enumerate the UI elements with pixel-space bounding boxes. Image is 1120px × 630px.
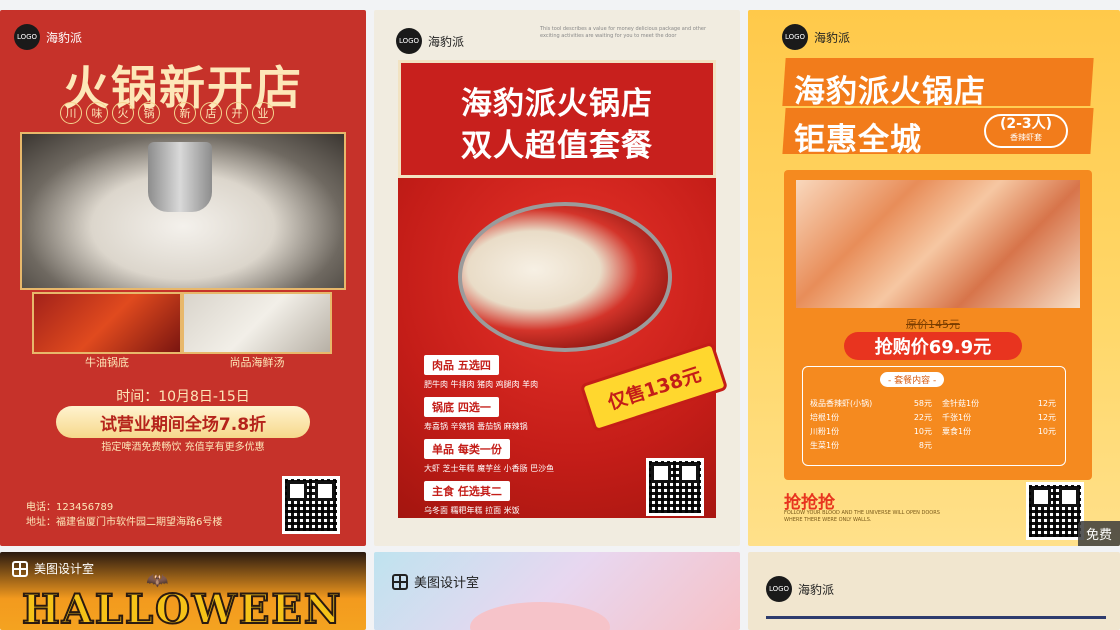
logo-badge: LOGO: [782, 24, 808, 50]
tag-row: 川 味 火 锅 新 店 开 业: [60, 102, 274, 124]
qr-code-icon: [1026, 482, 1084, 540]
serving-pill: (2-3人) 香辣虾套: [984, 114, 1068, 148]
spicy-broth-label: 牛油锅底: [85, 356, 129, 369]
template-card-retro[interactable]: LOGO 海豹派: [748, 552, 1120, 630]
tag-char: 味: [86, 102, 108, 124]
brand-logo: LOGO 海豹派: [766, 576, 834, 602]
brand-name: 美图设计室: [414, 576, 480, 591]
package-item: 生菜1份: [810, 441, 840, 450]
brand-logo: 美图设计室: [12, 560, 94, 577]
template-card-couple-set[interactable]: LOGO 海豹派 This tool describes a value for…: [374, 10, 740, 546]
poster-title: 海豹派火锅店: [794, 74, 986, 110]
package-price: 22元: [913, 413, 932, 422]
menu-group: 锅底 四选一 寿喜锅 辛辣锅 番茄锅 麻辣锅: [424, 396, 528, 432]
tag-char: 业: [252, 102, 274, 124]
brand-logo: 美图设计室: [392, 572, 479, 591]
menu-group: 肉品 五选四 肥牛肉 牛排肉 猪肉 鸡腿肉 羊肉: [424, 354, 538, 390]
package-item: 极品香辣虾(小锅): [810, 399, 873, 408]
sale-price: 抢购价69.9元: [844, 332, 1022, 360]
package-item: 金针菇1份: [942, 399, 980, 408]
brand-name: 海豹派: [46, 30, 83, 45]
promo-note: 指定啤酒免费畅饮 充值享有更多优惠: [101, 442, 265, 453]
menu-group: 主食 任选其二 乌冬面 糯粑年糕 拉面 米饭: [424, 480, 520, 516]
package-row: 千张1份 12元: [942, 412, 1056, 423]
poster-title: 海豹派火锅店: [461, 86, 653, 122]
package-row: 金针菇1份 12元: [942, 398, 1056, 409]
package-price: 58元: [913, 399, 932, 408]
original-price: 原价145元: [906, 318, 960, 331]
menu-group-head: 主食 任选其二: [424, 481, 510, 501]
meitu-logo-icon: [12, 560, 28, 577]
tag-char: 锅: [138, 102, 160, 124]
package-item: 川粉1份: [810, 427, 840, 436]
package-price: 12元: [1037, 413, 1056, 422]
divider-bar: [766, 616, 1106, 630]
poster-subtitle: 钜惠全城: [794, 122, 922, 158]
brand-name: 海豹派: [798, 582, 835, 597]
package-title: - 套餐内容 -: [880, 372, 945, 387]
hotpot-photo: [20, 132, 346, 290]
menu-group-items: 乌冬面 糯粑年糕 拉面 米饭: [424, 506, 520, 515]
template-card-hotpot-opening[interactable]: LOGO 海豹派 火锅新 开店 川 味 火 锅 新 店 开 业 牛油锅底 尚品海鲜…: [0, 10, 366, 546]
logo-badge: LOGO: [396, 28, 422, 54]
logo-badge: LOGO: [766, 576, 792, 602]
discount-banner: 试营业期间全场7.8折: [56, 406, 310, 438]
template-card-crayfish-deal[interactable]: LOGO 海豹派 海豹派火锅店 钜惠全城 (2-3人) 香辣虾套 原价145元 …: [748, 10, 1120, 546]
english-tagline: This tool describes a value for money de…: [540, 26, 707, 39]
poster-subtitle: 双人超值套餐: [461, 128, 653, 164]
template-card-halloween[interactable]: 美图设计室 🦇 HALLOWEEN: [0, 552, 366, 630]
brand-logo: LOGO 海豹派: [14, 24, 82, 50]
menu-group-head: 单品 每类一份: [424, 439, 510, 459]
english-footer: FOLLOW YOUR BLOOD AND THE UNIVERSE WILL …: [784, 510, 940, 523]
menu-group-items: 肥牛肉 牛排肉 猪肉 鸡腿肉 羊肉: [424, 380, 539, 389]
event-time: 时间：10月8日-15日: [116, 389, 250, 405]
qr-code-icon: [646, 458, 704, 516]
brand-logo: LOGO 海豹派: [396, 28, 464, 54]
logo-badge: LOGO: [14, 24, 40, 50]
package-row: 生菜1份 8元: [810, 440, 932, 451]
halloween-title: HALLOWEEN: [21, 585, 343, 630]
tag-char: 店: [200, 102, 222, 124]
brand-logo: LOGO 海豹派: [782, 24, 850, 50]
menu-group-items: 寿喜锅 辛辣锅 番茄锅 麻辣锅: [424, 422, 528, 431]
package-row: 粟食1份 10元: [942, 426, 1056, 437]
qr-code-icon: [282, 476, 340, 534]
crayfish-photo: [796, 180, 1080, 308]
tag-char: 川: [60, 102, 82, 124]
spicy-broth-photo: [32, 292, 182, 354]
package-item: 培根1份: [810, 413, 840, 422]
tag-char: 新: [174, 102, 196, 124]
package-row: 川粉1份 10元: [810, 426, 932, 437]
brand-name: 美图设计室: [34, 562, 95, 576]
menu-group-items: 大虾 芝士年糕 魔芋丝 小香肠 巴沙鱼: [424, 464, 555, 473]
tag-char: 开: [226, 102, 248, 124]
serving-size: (2-3人): [999, 116, 1053, 132]
package-price: 10元: [913, 427, 932, 436]
address-text: 地址：福建省厦门市软件园二期望海路6号楼: [26, 517, 223, 528]
package-row: 极品香辣虾(小锅) 58元: [810, 398, 932, 409]
tag-char: 火: [112, 102, 134, 124]
seafood-broth-label: 尚品海鲜汤: [229, 356, 285, 369]
package-row: 培根1份 22元: [810, 412, 932, 423]
menu-group: 单品 每类一份 大虾 芝士年糕 魔芋丝 小香肠 巴沙鱼: [424, 438, 554, 474]
package-price: 10元: [1037, 427, 1056, 436]
brand-name: 海豹派: [428, 34, 465, 49]
hotpot-photo: [458, 202, 672, 352]
package-price: 8元: [918, 441, 932, 450]
brand-name: 海豹派: [814, 30, 851, 45]
pot-chimney: [148, 142, 212, 212]
package-item: 粟食1份: [942, 427, 972, 436]
serving-dish: 香辣虾套: [1010, 133, 1042, 142]
template-gallery: LOGO 海豹派 火锅新 开店 川 味 火 锅 新 店 开 业 牛油锅底 尚品海鲜…: [0, 0, 1120, 630]
seafood-broth-photo: [182, 292, 332, 354]
meitu-logo-icon: [392, 573, 408, 590]
cloud-decoration: [470, 602, 610, 630]
menu-group-head: 锅底 四选一: [424, 397, 499, 417]
package-item: 千张1份: [942, 413, 972, 422]
package-price: 12元: [1037, 399, 1056, 408]
menu-group-head: 肉品 五选四: [424, 355, 499, 375]
template-card-pastel[interactable]: 美图设计室: [374, 552, 740, 630]
free-badge: 免费: [1077, 521, 1120, 546]
phone-text: 电话：123456789: [26, 502, 114, 513]
